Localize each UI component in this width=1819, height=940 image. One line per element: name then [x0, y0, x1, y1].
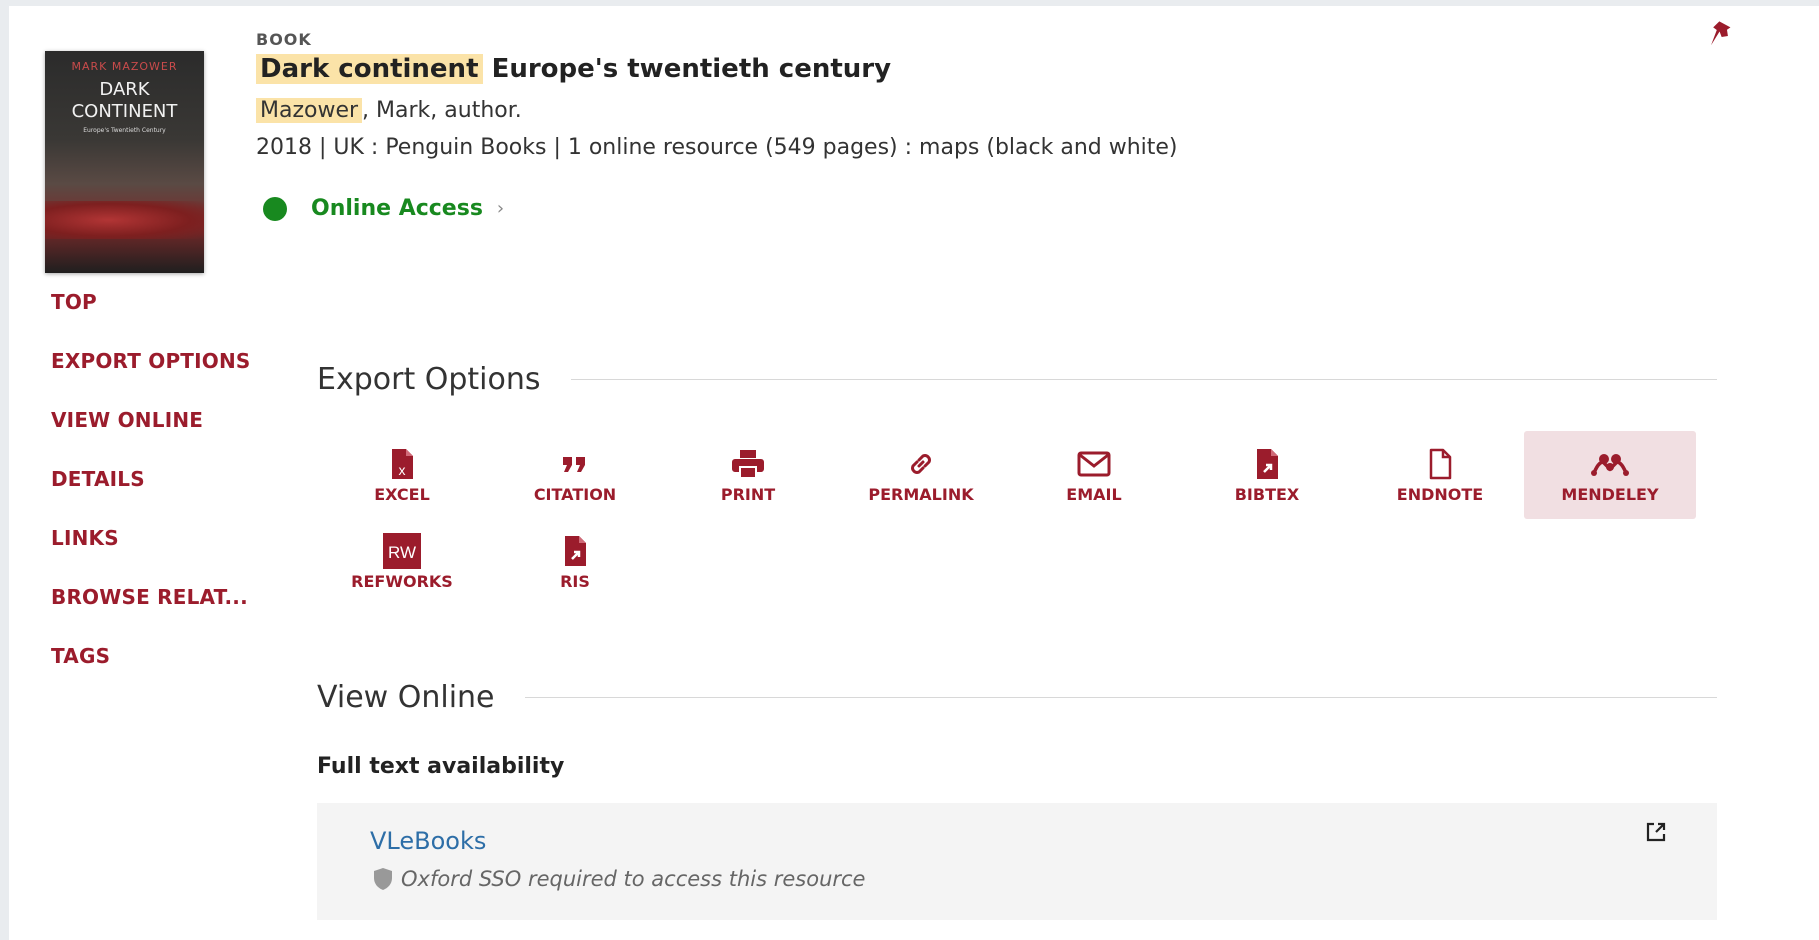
export-email-label: EMAIL — [1066, 484, 1122, 504]
export-permalink-label: PERMALINK — [868, 484, 974, 504]
nav-item-view-online[interactable]: VIEW ONLINE — [51, 406, 251, 465]
title-rest: Europe's twentieth century — [491, 54, 892, 84]
file-icon — [1428, 447, 1452, 481]
section-divider — [570, 379, 1717, 380]
export-options-header: Export Options — [317, 362, 1717, 397]
export-excel-button[interactable]: x EXCEL — [316, 431, 488, 519]
author-rest: , Mark, author. — [362, 98, 522, 123]
export-citation-label: CITATION — [533, 484, 617, 504]
export-endnote-label: ENDNOTE — [1396, 484, 1484, 504]
cover-title-line1: DARK — [99, 79, 150, 100]
cover-artwork — [45, 201, 204, 239]
resource-link[interactable]: VLeBooks — [370, 827, 486, 855]
view-online-title: View Online — [317, 680, 495, 715]
export-endnote-button[interactable]: ENDNOTE — [1354, 431, 1526, 519]
pin-icon[interactable] — [1709, 20, 1735, 50]
online-access-label: Online Access — [311, 196, 483, 221]
nav-item-links[interactable]: LINKS — [51, 524, 251, 583]
svg-text:x: x — [399, 462, 406, 478]
record-author: Mazower, Mark, author. — [256, 98, 522, 123]
cover-title-line2: CONTINENT — [71, 101, 178, 122]
export-mendeley-label: MENDELEY — [1561, 484, 1659, 504]
export-refworks-button[interactable]: RW REFWORKS — [316, 518, 488, 606]
resource-type-label: BOOK — [256, 30, 312, 49]
online-access-link[interactable]: Online Access › — [263, 196, 504, 221]
record-title[interactable]: Dark continent Europe's twentieth centur… — [256, 54, 891, 84]
availability-status-icon — [263, 196, 287, 221]
cover-author: MARK MAZOWER — [71, 60, 178, 73]
export-excel-label: EXCEL — [374, 484, 430, 504]
svg-text:RW: RW — [388, 543, 416, 562]
nav-item-tags[interactable]: TAGS — [51, 642, 251, 701]
cover-subtitle: Europe's Twentieth Century — [83, 127, 166, 134]
refworks-icon: RW — [383, 532, 421, 569]
record-section-nav: TOP EXPORT OPTIONS VIEW ONLINE DETAILS L… — [51, 288, 251, 701]
export-bibtex-button[interactable]: BIBTEX — [1181, 431, 1353, 519]
link-icon — [905, 447, 937, 481]
record-page: MARK MAZOWER DARK CONTINENT Europe's Twe… — [9, 6, 1819, 940]
nav-item-browse-related[interactable]: BROWSE RELAT... — [51, 583, 251, 642]
export-ris-button[interactable]: RIS — [489, 518, 661, 606]
chevron-right-icon: › — [496, 198, 505, 219]
nav-item-export-options[interactable]: EXPORT OPTIONS — [51, 347, 251, 406]
export-bibtex-label: BIBTEX — [1234, 484, 1300, 504]
export-print-label: PRINT — [720, 484, 776, 504]
printer-icon — [731, 447, 765, 481]
resource-access-note: Oxford SSO required to access this resou… — [373, 867, 865, 891]
envelope-icon — [1077, 447, 1111, 481]
export-permalink-button[interactable]: PERMALINK — [835, 431, 1007, 519]
ris-file-icon — [563, 534, 587, 568]
shield-icon — [374, 868, 392, 890]
export-mendeley-button[interactable]: MENDELEY — [1524, 431, 1696, 519]
book-cover-image[interactable]: MARK MAZOWER DARK CONTINENT Europe's Twe… — [45, 51, 204, 273]
cover-title: DARK CONTINENT — [45, 79, 204, 123]
title-highlight: Dark continent — [256, 54, 483, 84]
export-email-button[interactable]: EMAIL — [1008, 431, 1180, 519]
external-link-icon[interactable] — [1645, 821, 1667, 843]
nav-item-top[interactable]: TOP — [51, 288, 251, 347]
bibtex-file-icon — [1255, 447, 1279, 481]
quote-icon — [561, 447, 589, 481]
excel-icon: x — [390, 447, 414, 481]
full-text-availability-label: Full text availability — [317, 754, 565, 779]
view-online-header: View Online — [317, 680, 1717, 715]
export-print-button[interactable]: PRINT — [662, 431, 834, 519]
resource-card: VLeBooks Oxford SSO required to access t… — [317, 803, 1717, 920]
resource-note-text: Oxford SSO required to access this resou… — [401, 867, 866, 891]
nav-item-details[interactable]: DETAILS — [51, 465, 251, 524]
publication-info: 2018 | UK : Penguin Books | 1 online res… — [256, 135, 1178, 160]
author-highlight: Mazower — [256, 98, 363, 123]
export-citation-button[interactable]: CITATION — [489, 431, 661, 519]
export-options-title: Export Options — [317, 362, 541, 397]
export-refworks-label: REFWORKS — [351, 571, 453, 591]
section-divider — [524, 697, 1717, 698]
export-ris-label: RIS — [560, 571, 590, 591]
mendeley-icon — [1590, 447, 1630, 481]
